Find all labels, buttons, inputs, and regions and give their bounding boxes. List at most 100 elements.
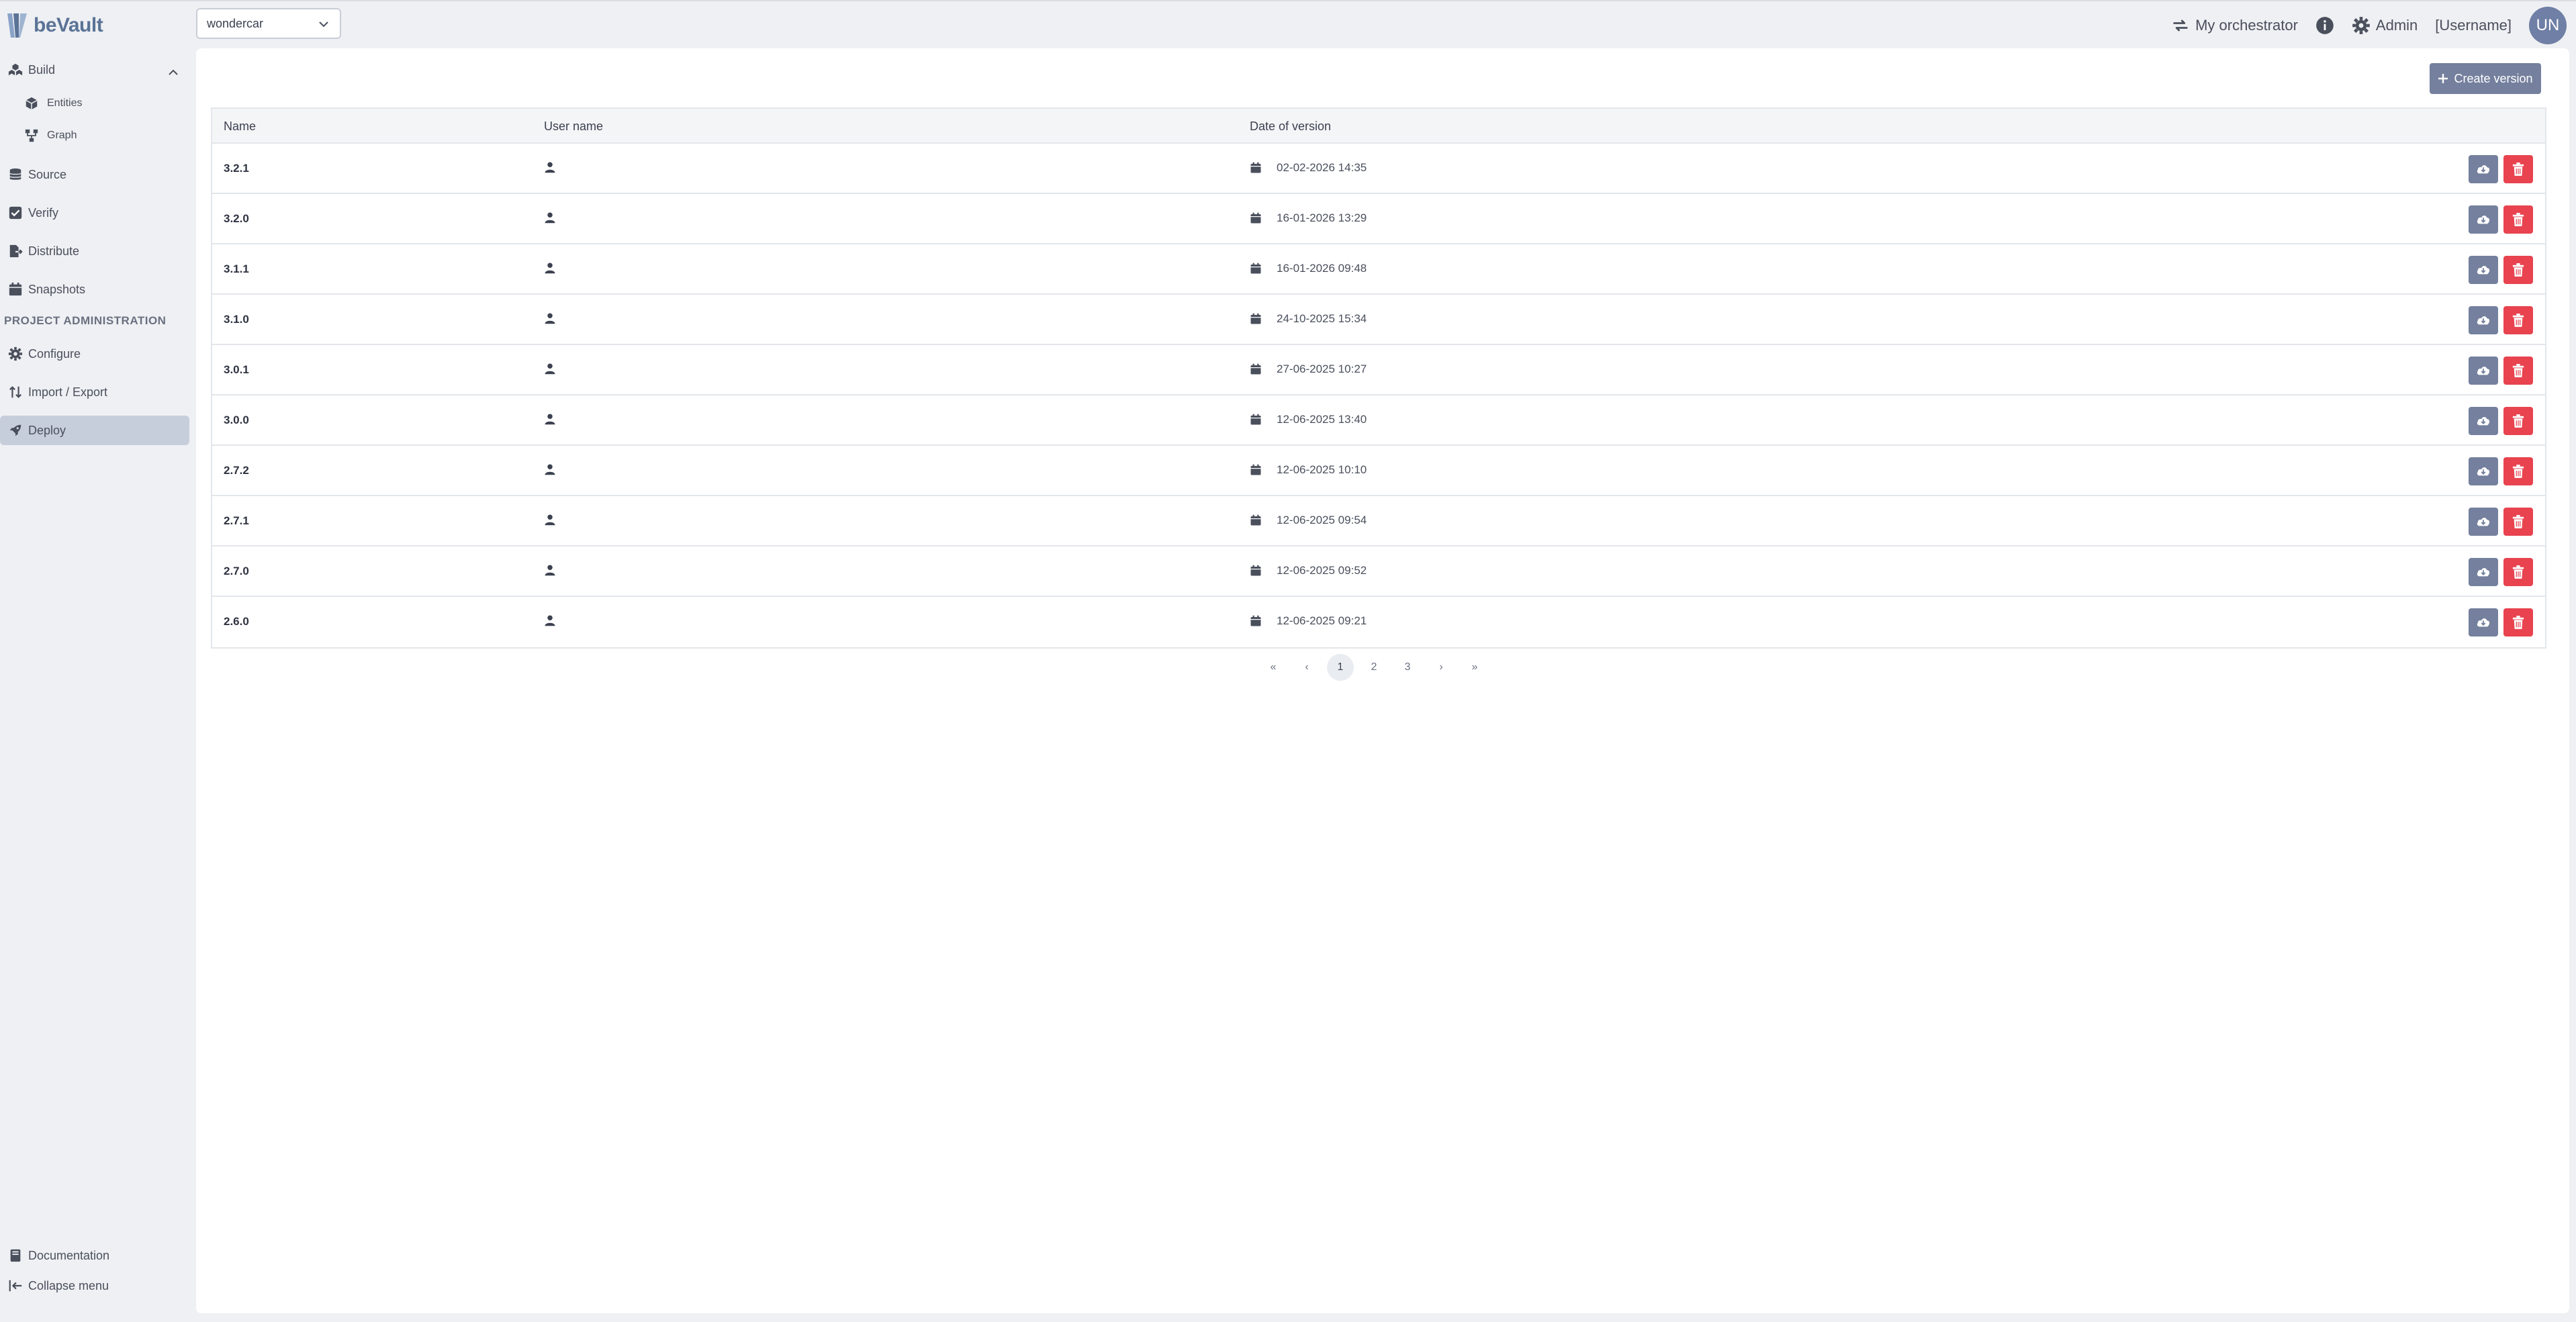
collapse-menu-icon [9, 1280, 22, 1292]
sidebar-item-graph[interactable]: Graph [0, 121, 189, 150]
admin-link[interactable]: Admin [2352, 16, 2418, 35]
first-page-button[interactable]: « [1260, 654, 1287, 681]
sidebar-item-collapse-menu[interactable]: Collapse menu [0, 1271, 189, 1301]
download-button[interactable] [2469, 205, 2498, 234]
delete-button[interactable] [2503, 205, 2533, 234]
prev-page-button[interactable]: ‹ [1293, 654, 1320, 681]
delete-button[interactable] [2503, 508, 2533, 536]
sidebar-item-distribute[interactable]: Distribute [0, 236, 189, 266]
version-name: 3.1.1 [224, 263, 249, 275]
user-cell [544, 262, 556, 277]
last-page-button[interactable]: » [1461, 654, 1488, 681]
sidebar-item-label: Graph [47, 130, 77, 141]
date-cell: 16-01-2026 13:29 [1250, 211, 1367, 225]
download-button[interactable] [2469, 407, 2498, 435]
user-cell [544, 211, 556, 227]
download-button[interactable] [2469, 155, 2498, 183]
delete-button[interactable] [2503, 457, 2533, 485]
user-icon [545, 212, 555, 224]
sidebar-item-entities[interactable]: Entities [0, 89, 189, 118]
sidebar-item-label: Deploy [28, 423, 66, 437]
book-icon [10, 1249, 21, 1262]
version-date: 02-02-2026 14:35 [1277, 161, 1367, 174]
bevault-logo[interactable]: beVault [5, 9, 103, 42]
sidebar-item-label: Import / Export [28, 385, 108, 399]
create-version-label: Create version [2454, 71, 2533, 85]
version-date: 16-01-2026 09:48 [1277, 262, 1367, 275]
table-row: 3.0.0 12-06-2025 13:40 [212, 395, 2545, 446]
version-name: 2.7.2 [224, 464, 249, 477]
delete-button[interactable] [2503, 357, 2533, 385]
download-button[interactable] [2469, 608, 2498, 636]
delete-button[interactable] [2503, 608, 2533, 636]
user-icon [545, 162, 555, 173]
date-cell: 24-10-2025 15:34 [1250, 312, 1367, 326]
sidebar-item-build[interactable]: Build [0, 55, 189, 85]
gear-icon [8, 346, 23, 361]
sidebar-item-configure[interactable]: Configure [0, 339, 189, 369]
top-right-menu: My orchestrator Admin [Username] UN [2171, 7, 2567, 44]
column-header-date[interactable]: Date of version [1250, 120, 1331, 134]
gear-icon [2352, 17, 2370, 34]
sidebar-item-documentation[interactable]: Documentation [0, 1241, 189, 1270]
trash-icon [2512, 565, 2524, 579]
version-name: 2.7.1 [224, 514, 249, 527]
column-header-user[interactable]: User name [544, 120, 603, 134]
sidebar-item-deploy[interactable]: Deploy [0, 416, 189, 445]
calendar-icon [1250, 162, 1261, 173]
sidebar-item-label: Snapshots [28, 282, 86, 296]
sidebar-item-import-export[interactable]: Import / Export [0, 377, 189, 407]
page-button-2[interactable]: 2 [1361, 654, 1387, 681]
calendar-icon [1250, 414, 1261, 425]
download-button[interactable] [2469, 306, 2498, 334]
cloud-download-icon [2477, 568, 2490, 577]
user-cell [544, 363, 556, 378]
trash-icon [2512, 364, 2524, 377]
download-button[interactable] [2469, 357, 2498, 385]
delete-button[interactable] [2503, 407, 2533, 435]
trash-icon [2512, 162, 2524, 176]
create-version-button[interactable]: Create version [2430, 63, 2541, 94]
info-button[interactable] [2315, 16, 2334, 35]
delete-button[interactable] [2503, 306, 2533, 334]
calendar-icon [1250, 313, 1261, 324]
user-icon [545, 313, 555, 324]
pagination: « ‹ 1 2 3 › » [1260, 654, 1495, 681]
delete-button[interactable] [2503, 256, 2533, 284]
user-icon [545, 514, 555, 526]
delete-button[interactable] [2503, 155, 2533, 183]
sidebar-item-verify[interactable]: Verify [0, 198, 189, 228]
username-label[interactable]: [Username] [2435, 17, 2512, 34]
date-cell: 12-06-2025 13:40 [1250, 413, 1367, 426]
sidebar-item-snapshots[interactable]: Snapshots [0, 275, 189, 304]
chevron-up-icon[interactable] [167, 66, 180, 79]
table-row: 3.1.0 24-10-2025 15:34 [212, 295, 2545, 345]
version-name: 2.7.0 [224, 565, 249, 577]
download-button[interactable] [2469, 508, 2498, 536]
column-header-name[interactable]: Name [224, 120, 256, 134]
trash-icon [2512, 414, 2524, 428]
cloud-download-icon [2477, 467, 2490, 476]
date-cell: 02-02-2026 14:35 [1250, 161, 1367, 175]
sidebar-item-label: Entities [47, 97, 83, 109]
delete-button[interactable] [2503, 558, 2533, 586]
cloud-download-icon [2477, 316, 2490, 325]
user-icon [545, 565, 555, 576]
sidebar-item-label: Configure [28, 346, 81, 361]
page-button-1[interactable]: 1 [1327, 654, 1354, 681]
plus-icon [2438, 74, 2448, 83]
download-button[interactable] [2469, 256, 2498, 284]
version-name: 3.1.0 [224, 313, 249, 326]
calendar-icon [1250, 514, 1261, 526]
page-button-3[interactable]: 3 [1394, 654, 1421, 681]
download-button[interactable] [2469, 457, 2498, 485]
avatar[interactable]: UN [2529, 7, 2567, 44]
orchestrator-link[interactable]: My orchestrator [2171, 16, 2298, 35]
user-icon [545, 615, 555, 626]
download-button[interactable] [2469, 558, 2498, 586]
version-date: 24-10-2025 15:34 [1277, 312, 1367, 325]
trash-icon [2512, 616, 2524, 629]
sidebar-item-source[interactable]: Source [0, 160, 189, 189]
project-select[interactable]: wondercar [196, 8, 341, 39]
next-page-button[interactable]: › [1428, 654, 1455, 681]
